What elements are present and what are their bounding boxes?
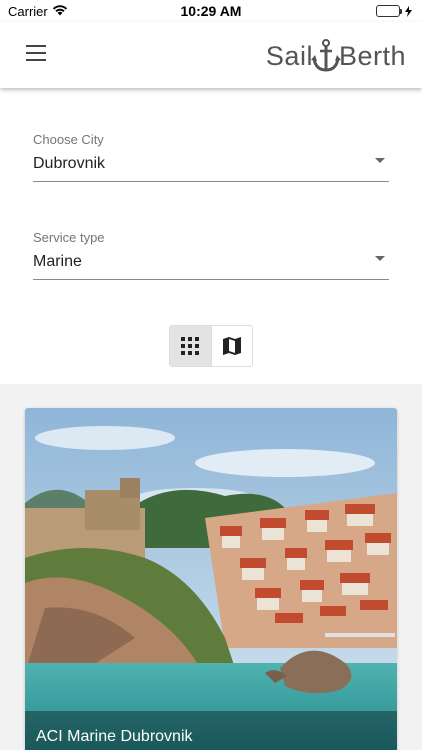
map-icon [222,337,241,355]
logo-text-right: Berth [338,40,406,71]
city-select-label: Choose City [33,132,104,147]
hamburger-menu-icon[interactable] [26,45,48,65]
battery-icon [376,5,412,17]
dropdown-arrow-icon [375,158,385,163]
view-toggle [169,325,253,367]
city-select[interactable]: Choose City Dubrovnik [33,132,389,182]
status-bar: Carrier 10:29 AM [0,0,422,22]
grid-icon [181,337,200,355]
marina-photo [25,408,397,750]
filter-panel: Choose City Dubrovnik Service type Marin… [0,88,422,384]
city-select-value: Dubrovnik [33,155,106,172]
service-type-select[interactable]: Service type Marine [33,230,389,280]
grid-view-button[interactable] [170,326,211,366]
app-logo: Sail Berth [266,34,406,78]
marina-card[interactable]: ACI Marine Dubrovnik [25,408,397,750]
service-type-value: Marine [33,253,82,270]
clock: 10:29 AM [180,3,242,19]
service-type-label: Service type [33,230,105,245]
map-view-button[interactable] [210,326,252,366]
dropdown-arrow-icon [375,256,385,261]
app-bar: Sail Berth [0,22,422,88]
marina-card-title: ACI Marine Dubrovnik [25,711,397,750]
anchor-icon [310,39,341,72]
logo-text-left: Sail [265,40,313,71]
